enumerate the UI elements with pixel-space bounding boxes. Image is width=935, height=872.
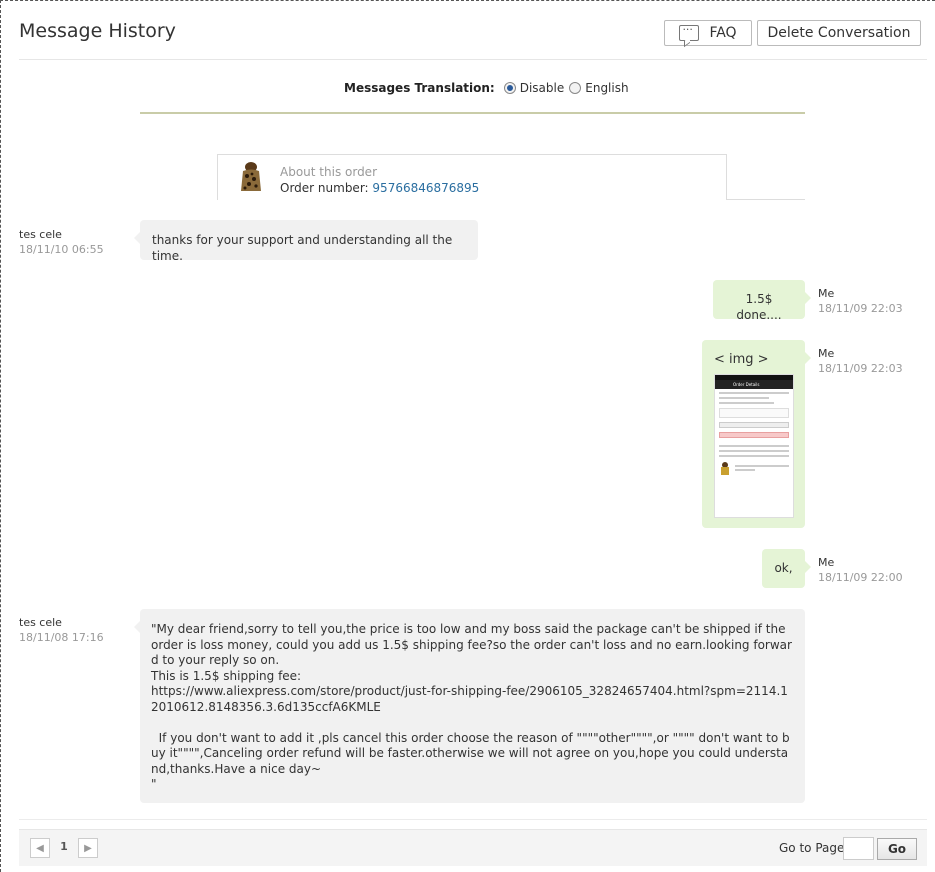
message-bubble-image: < img > Order Details [702, 340, 811, 528]
message-sender: tes cele 18/11/08 17:16 [19, 616, 104, 644]
sender-name: tes cele [19, 616, 62, 629]
sender-name: Me [818, 347, 835, 360]
faq-label: FAQ [709, 25, 737, 41]
message-sender: tes cele 18/11/10 06:55 [19, 228, 104, 256]
product-thumbnail[interactable] [238, 161, 264, 193]
translation-option-disable[interactable]: Disable [503, 81, 565, 95]
radio-disable[interactable] [503, 82, 516, 94]
message-time: 18/11/08 17:16 [19, 631, 104, 644]
message-time: 18/11/09 22:03 [818, 302, 903, 315]
pager-divider [19, 819, 927, 820]
translation-option-disable-label: Disable [519, 81, 565, 95]
current-page-number[interactable]: 1 [58, 840, 70, 853]
translation-option-english-label: English [585, 81, 629, 95]
order-number-label: Order number: [280, 181, 369, 195]
message-bubble: "My dear friend,sorry to tell you,the pr… [134, 609, 805, 803]
prev-page-button[interactable]: ◀ [30, 838, 50, 858]
message-bubble: 1.5$ done.... [713, 280, 811, 322]
message-sender: Me 18/11/09 22:03 [818, 287, 903, 315]
page-title: Message History [19, 20, 176, 42]
chevron-right-icon: ▶ [84, 842, 92, 854]
sender-name: Me [818, 287, 835, 300]
message-time: 18/11/10 06:55 [19, 243, 104, 256]
faq-button[interactable]: FAQ [664, 20, 752, 46]
order-number-link[interactable]: 95766846876895 [372, 181, 479, 195]
message-bubble: ok, [762, 549, 811, 588]
section-divider [140, 112, 805, 114]
header-divider [19, 59, 927, 60]
product-mini-icon [721, 461, 729, 475]
sender-name: tes cele [19, 228, 62, 241]
translation-option-english[interactable]: English [569, 81, 629, 95]
chevron-left-icon: ◀ [36, 842, 44, 854]
message-sender: Me 18/11/09 22:00 [818, 556, 903, 584]
order-about-label: About this order [280, 165, 378, 179]
image-caption: < img > [714, 352, 769, 367]
delete-conversation-button[interactable]: Delete Conversation [757, 20, 921, 46]
message-sender: Me 18/11/09 22:03 [818, 347, 903, 375]
sender-name: Me [818, 556, 835, 569]
translation-toggle: Messages Translation: Disable English [344, 79, 634, 97]
next-page-button[interactable]: ▶ [78, 838, 98, 858]
message-time: 18/11/09 22:03 [818, 362, 903, 375]
translation-label: Messages Translation: [344, 81, 495, 95]
message-time: 18/11/09 22:00 [818, 571, 903, 584]
screenshot-image[interactable]: Order Details [714, 373, 794, 518]
goto-page-input[interactable] [843, 837, 874, 860]
radio-english[interactable] [569, 82, 582, 94]
goto-page-label: Go to Page [779, 841, 845, 855]
order-card: About this order Order number: 957668468… [217, 154, 805, 200]
chat-bubble-icon [679, 23, 700, 41]
pagination-bar: ◀ 1 ▶ Go to Page Go [19, 829, 927, 866]
message-bubble: thanks for your support and understandin… [134, 220, 478, 263]
go-button[interactable]: Go [877, 838, 917, 860]
order-number-row: Order number: 95766846876895 [280, 181, 479, 195]
